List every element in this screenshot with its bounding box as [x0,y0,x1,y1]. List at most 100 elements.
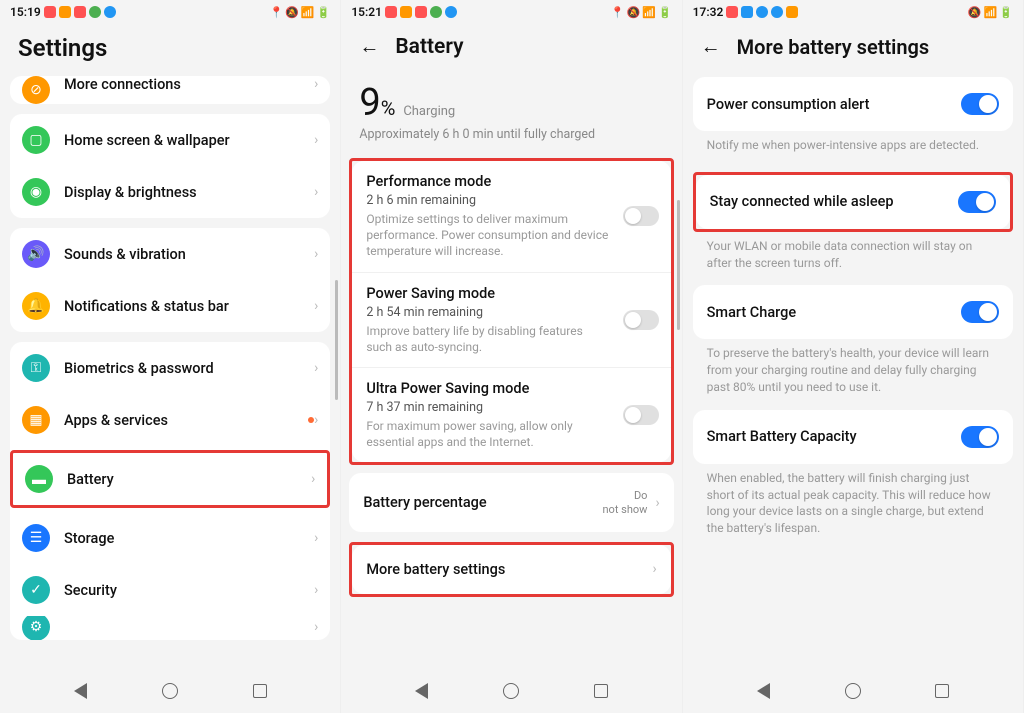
status-app-icon [44,6,56,18]
battery-percent: 9 [359,81,380,125]
mode-toggle[interactable] [623,310,659,330]
recents-nav-button[interactable] [251,682,269,700]
setting-helper: Notify me when power-intensive apps are … [693,137,1013,168]
back-button[interactable]: ← [359,34,379,59]
settings-row-security[interactable]: ✓Security› [10,564,330,616]
mode-ultra-power-saving-mode[interactable]: Ultra Power Saving mode7 h 37 min remain… [352,367,670,462]
setting-power-consumption-alert[interactable]: Power consumption alert [693,77,1013,131]
mute-icon: 🔕 [968,6,982,19]
setting-toggle[interactable] [961,93,999,115]
setting-toggle[interactable] [958,191,996,213]
mode-remaining: 7 h 37 min remaining [366,400,656,415]
status-time: 15:21 [351,5,382,19]
chevron-right-icon: › [314,246,318,262]
home-nav-button[interactable] [844,682,862,700]
settings-row-home-screen-wallpaper[interactable]: ▢Home screen & wallpaper› [10,114,330,166]
mode-title: Performance mode [366,173,656,190]
status-app-icon [756,6,768,18]
privacy-icon: ⚙ [22,616,50,640]
highlight-stay-connected: Stay connected while asleep [693,172,1013,232]
scrollbar[interactable] [335,280,338,400]
status-app-icon [400,6,412,18]
setting-smart-battery-capacity[interactable]: Smart Battery Capacity [693,410,1013,464]
back-button[interactable]: ← [701,34,721,59]
status-indicators: 📍 🔕 📶 🔋 [611,6,672,19]
mode-performance-mode[interactable]: Performance mode 2 h 6 min remaining Optim… [352,161,670,272]
mode-remaining: 2 h 6 min remaining [366,193,656,208]
status-indicators: 📍 🔕 📶 🔋 [270,6,331,19]
header: ← More battery settings [683,24,1023,73]
nav-bar [341,669,681,713]
status-app-icon [771,6,783,18]
nav-bar [683,669,1023,713]
row-label: Notifications & status bar [64,298,314,315]
apps-icon: ▦ [22,406,50,434]
settings-row-apps-services[interactable]: ▦Apps & services› [10,394,330,446]
setting-helper: Your WLAN or mobile data connection will… [693,238,1013,286]
settings-row-sounds-vibration[interactable]: 🔊Sounds & vibration› [10,228,330,280]
mode-remaining: 2 h 54 min remaining [366,305,656,320]
screen-battery: 15:21 📍 🔕 📶 🔋 ← Battery 9% Charging Appr… [341,0,682,713]
settings-row-storage[interactable]: ☰Storage› [10,512,330,564]
screen-settings-list: 15:19 📍 🔕 📶 🔋 Settings ⊘More connections… [0,0,341,713]
status-app-icon [786,6,798,18]
status-bar: 15:21 📍 🔕 📶 🔋 [341,0,681,24]
settings-row-display-brightness[interactable]: ◉Display & brightness› [10,166,330,218]
battery-icon: 🔋 [317,6,331,19]
setting-smart-charge[interactable]: Smart Charge [693,285,1013,339]
setting-helper: When enabled, the battery will finish ch… [693,470,1013,551]
status-app-icon [415,6,427,18]
chevron-right-icon: › [314,132,318,148]
page-title: Settings [18,34,107,62]
status-app-icon [445,6,457,18]
row-label: Sounds & vibration [64,246,314,263]
charging-label: Charging [403,104,455,119]
chevron-right-icon: › [314,619,318,635]
storage-icon: ☰ [22,524,50,552]
mode-power-saving-mode[interactable]: Power Saving mode 2 h 54 min remaining Imp… [352,272,670,367]
back-nav-button[interactable] [413,682,431,700]
status-app-icon [741,6,753,18]
back-nav-button[interactable] [72,682,90,700]
highlight-modes: Performance mode 2 h 6 min remaining Optim… [349,158,673,465]
mode-description: Improve battery life by disabling featur… [366,323,656,355]
chevron-right-icon: › [314,412,318,428]
settings-row-notifications-status-bar[interactable]: 🔔 Notifications & status bar› [10,280,330,332]
status-indicators: 🔕 📶 🔋 [968,6,1013,19]
location-icon: 📍 [611,6,625,19]
settings-row-more-connections[interactable]: ⊘More connections› [10,76,330,104]
setting-toggle[interactable] [961,426,999,448]
chevron-right-icon: › [314,360,318,376]
bell-icon: 🔔 [22,292,50,320]
back-nav-button[interactable] [754,682,772,700]
shield-icon: ✓ [22,576,50,604]
header: Settings [0,24,340,76]
mode-toggle[interactable] [623,405,659,425]
row-label: Security [64,582,314,599]
charging-estimate: Approximately 6 h 0 min until fully char… [359,127,663,142]
status-bar: 17:32 🔕 📶 🔋 [683,0,1023,24]
chevron-right-icon: › [314,76,318,92]
mode-title: Power Saving mode [366,285,656,302]
scrollbar[interactable] [677,200,680,330]
mode-description: Optimize settings to deliver maximum per… [366,211,656,260]
mode-toggle[interactable] [623,206,659,226]
chevron-right-icon: › [314,298,318,314]
setting-helper: To preserve the battery's health, your d… [693,345,1013,409]
settings-row-biometrics-password[interactable]: ⚿Biometrics & password› [10,342,330,394]
row-label: Storage [64,530,314,547]
setting-stay-connected-while-asleep[interactable]: Stay connected while asleep [696,175,1010,229]
row-label: Home screen & wallpaper [64,132,314,149]
battery-percentage-row[interactable]: Battery percentage Donot show › [349,473,673,531]
more-battery-settings-row[interactable]: More battery settings › [352,545,670,594]
recents-nav-button[interactable] [933,682,951,700]
setting-toggle[interactable] [961,301,999,323]
battery-status: 9% Charging Approximately 6 h 0 min unti… [341,73,681,154]
recents-nav-button[interactable] [592,682,610,700]
settings-row-battery[interactable]: ▬Battery› [13,453,327,505]
settings-row-item[interactable]: ⚙› [10,616,330,640]
home-nav-button[interactable] [502,682,520,700]
chevron-right-icon: › [655,495,659,511]
setting-label: Power consumption alert [707,96,961,113]
home-nav-button[interactable] [161,682,179,700]
